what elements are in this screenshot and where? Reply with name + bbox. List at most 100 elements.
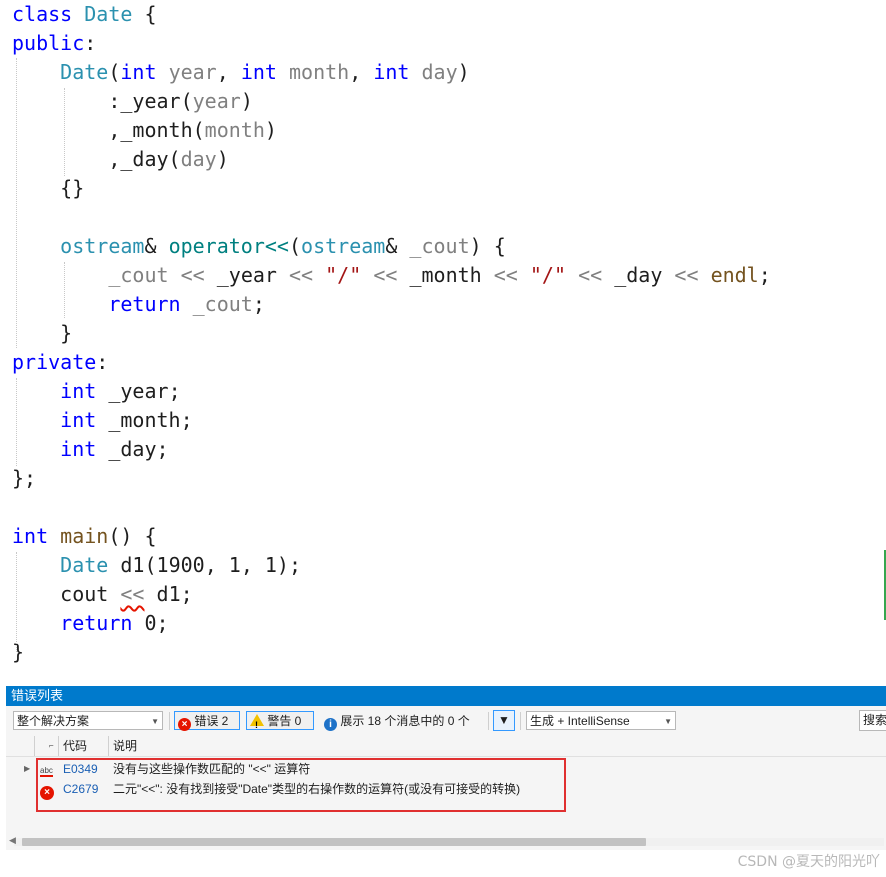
warnings-toggle-label: 警告 0: [267, 714, 302, 728]
code-line: ,_month(month): [12, 116, 277, 145]
errors-toggle-label: 错误 2: [194, 714, 229, 728]
toolbar-separator: [488, 712, 489, 730]
column-header-description[interactable]: 说明: [113, 736, 137, 756]
code-line: int _year;: [12, 377, 180, 406]
code-token: ;: [758, 263, 771, 287]
code-line: cout << d1;: [12, 580, 193, 609]
code-token: 0;: [132, 611, 169, 635]
code-token: <<: [674, 263, 699, 287]
messages-toggle-button[interactable]: i 展示 18 个消息中的 0 个: [320, 711, 488, 731]
code-token: int: [60, 408, 97, 432]
code-line: {}: [12, 174, 84, 203]
code-token: (1900, 1, 1);: [144, 553, 302, 577]
errors-toggle-button[interactable]: × 错误 2: [174, 711, 240, 731]
code-token: ,: [12, 118, 121, 142]
code-token: main: [60, 524, 109, 548]
code-token: ,: [12, 147, 121, 171]
code-line: ostream& operator<<(ostream& _cout) {: [12, 232, 506, 261]
code-token: _year: [216, 263, 277, 287]
code-token: _cout: [108, 263, 169, 287]
watermark: CSDN @夏天的阳光吖: [737, 854, 880, 870]
build-source-dropdown[interactable]: 生成 + IntelliSense ▼: [526, 711, 676, 730]
code-line: }: [12, 638, 24, 667]
code-token: <<: [578, 263, 603, 287]
filter-icon: ▼: [498, 713, 510, 727]
code-token: Date: [84, 2, 133, 26]
code-token: <<: [373, 263, 398, 287]
messages-toggle-label: 展示 18 个消息中的 0 个: [340, 714, 470, 728]
code-token: month: [204, 118, 265, 142]
code-token: }: [12, 321, 73, 345]
code-token: "/": [529, 263, 567, 287]
search-input[interactable]: 搜索: [859, 710, 886, 731]
code-token: int: [373, 60, 410, 84]
code-token: cout: [60, 582, 109, 606]
code-token: _day: [120, 147, 169, 171]
code-token: ,: [349, 60, 374, 84]
code-token: return: [108, 292, 181, 316]
code-editor[interactable]: class Date {public: Date(int year, int m…: [0, 0, 886, 664]
code-token: _cout: [409, 234, 470, 258]
code-token: ): [216, 147, 229, 171]
code-token: (: [288, 234, 302, 258]
code-token: &: [385, 234, 410, 258]
filter-button[interactable]: ▼: [493, 710, 515, 731]
code-token: int: [240, 60, 277, 84]
code-line: int _month;: [12, 406, 193, 435]
code-token: return: [60, 611, 133, 635]
code-token: _month: [120, 118, 193, 142]
code-token: ,: [216, 60, 241, 84]
column-separator: [58, 736, 59, 756]
code-token: ;: [156, 437, 169, 461]
indent-guide: [16, 58, 17, 348]
code-token: month: [289, 60, 350, 84]
column-header-code[interactable]: 代码: [63, 736, 87, 756]
expand-triangle-icon[interactable]: ▶: [24, 758, 30, 780]
code-token: ): [264, 118, 277, 142]
column-filter-icon[interactable]: ⌐: [49, 736, 54, 756]
code-token: int: [60, 437, 97, 461]
scope-dropdown[interactable]: 整个解决方案 ▼: [13, 711, 163, 730]
horizontal-scrollbar-thumb[interactable]: [22, 838, 646, 846]
code-token: ): [240, 89, 253, 113]
panel-title[interactable]: 错误列表: [6, 686, 886, 706]
code-token: _cout: [192, 292, 253, 316]
code-line: }: [12, 319, 72, 348]
chevron-down-icon: ▼: [151, 717, 159, 726]
code-token: _month: [108, 408, 181, 432]
code-token: :: [96, 350, 109, 374]
warnings-toggle-button[interactable]: ! 警告 0: [246, 711, 314, 730]
code-token: :: [12, 89, 121, 113]
scroll-left-arrow-icon[interactable]: ◀: [9, 835, 16, 846]
code-token: year: [168, 60, 217, 84]
indent-guide: [64, 262, 65, 318]
indent-guide: [16, 552, 17, 652]
code-token: "/": [325, 263, 362, 287]
indent-guide: [64, 88, 65, 176]
toolbar-separator: [169, 712, 170, 730]
code-token: (: [192, 118, 205, 142]
code-token: public: [12, 31, 85, 55]
code-token: int: [12, 524, 49, 548]
code-line: return _cout;: [12, 290, 265, 319]
build-source-value: 生成 + IntelliSense: [530, 714, 630, 728]
code-token: ;: [180, 408, 193, 432]
annotation-highlight-box: [36, 758, 566, 812]
code-line: :_year(year): [12, 87, 253, 116]
code-token: (: [180, 89, 193, 113]
